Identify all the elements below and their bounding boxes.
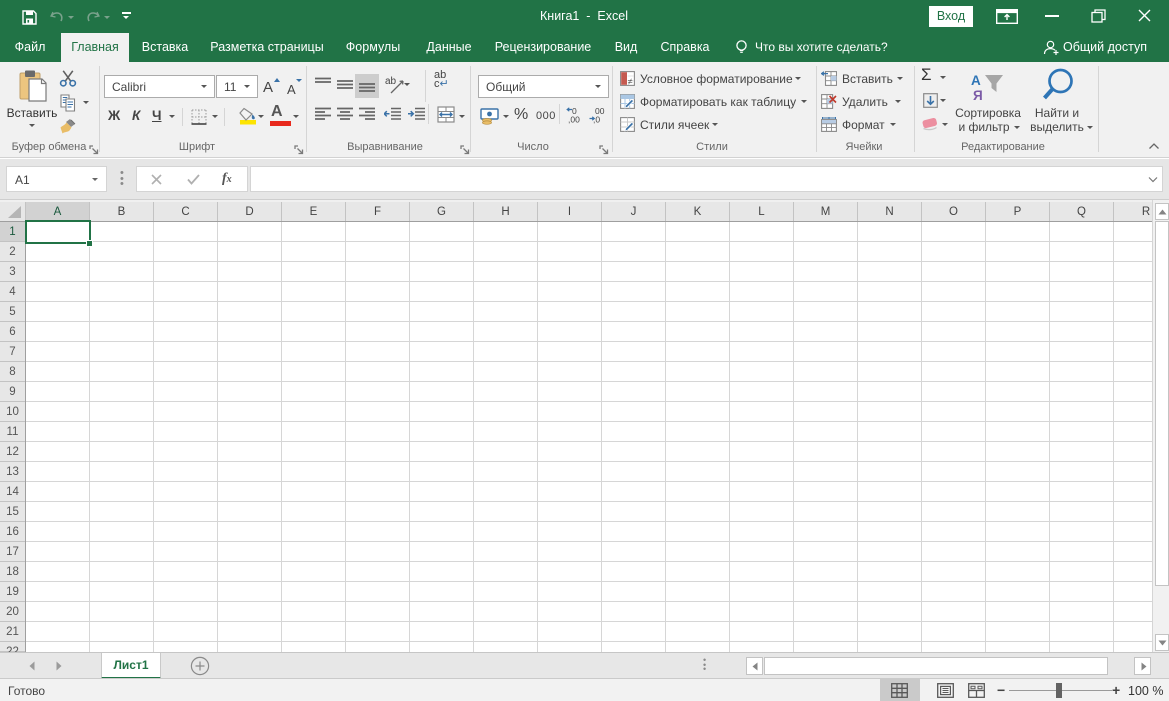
svg-text:,00: ,00 [568, 115, 580, 125]
svg-text:Я: Я [973, 88, 983, 101]
svg-text:ab: ab [385, 76, 397, 87]
svg-text:≠: ≠ [628, 77, 633, 87]
svg-text:А: А [971, 73, 981, 88]
